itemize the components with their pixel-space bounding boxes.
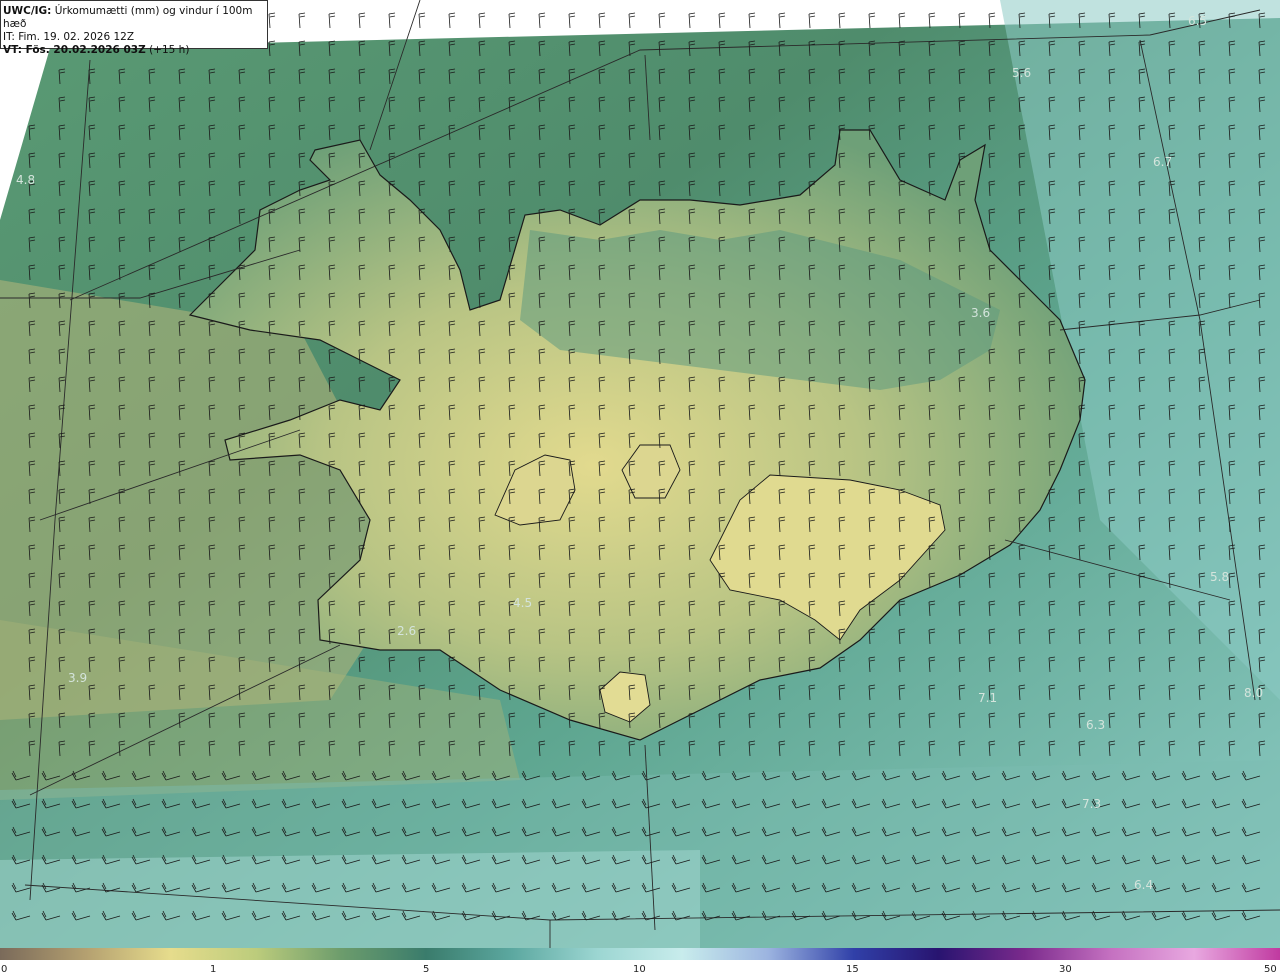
value-label: 5.8	[1210, 570, 1230, 584]
init-time: IT: Fim. 19. 02. 2026 12Z	[3, 31, 135, 43]
value-label: 4.5	[513, 596, 533, 610]
value-label: 3.6	[971, 306, 991, 320]
value-label: 7.1	[978, 691, 998, 705]
colorbar-tick: 0	[1, 964, 8, 975]
colorbar-tick: 5	[423, 964, 430, 975]
value-label: 6.3	[1086, 718, 1106, 732]
colorbar-tick: 1	[210, 964, 217, 975]
colorbar-tick: 50	[1264, 964, 1277, 975]
value-label: 2.6	[397, 624, 417, 638]
valid-time: VT: Fös. 20.02.2026 03Z	[3, 44, 146, 56]
value-label: 7.3	[1082, 797, 1102, 811]
value-label: 4.8	[16, 173, 36, 187]
value-label: 3.9	[68, 671, 88, 685]
colorbar-tick: 10	[633, 964, 646, 975]
model-label: UWC/IG:	[3, 5, 52, 17]
value-label: 6.4	[1134, 878, 1154, 892]
colorbar-tick: 15	[846, 964, 859, 975]
value-label: 6.5	[1188, 14, 1208, 28]
precipitation-colorbar	[0, 948, 1280, 960]
value-label: 5.6	[1012, 66, 1032, 80]
lead-time: (+15 h)	[149, 44, 190, 56]
map-info-box: UWC/IG: Úrkomumætti (mm) og vindur í 100…	[0, 0, 268, 56]
precip-band-south-light	[0, 850, 700, 948]
value-label: 6.7	[1153, 155, 1173, 169]
colorbar-tick: 30	[1059, 964, 1072, 975]
value-label: 8.0	[1244, 686, 1264, 700]
